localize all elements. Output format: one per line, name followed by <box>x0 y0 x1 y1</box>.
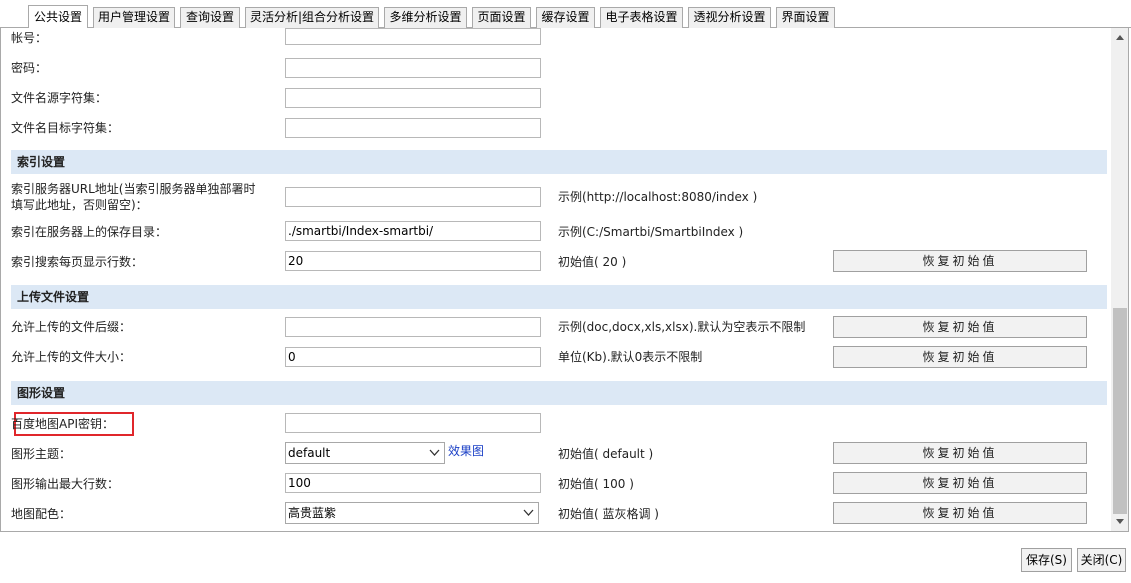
baidu-map-key-input[interactable] <box>285 413 541 433</box>
upload-size-hint: 单位(Kb).默认0表示不限制 <box>558 350 703 364</box>
map-color-hint: 初始值( 蓝灰格调 ) <box>558 507 659 521</box>
graph-theme-hint: 初始值( default ) <box>558 447 654 461</box>
save-button[interactable]: 保存(S) <box>1021 548 1072 572</box>
upload-ext-label: 允许上传的文件后缀： <box>11 320 132 334</box>
upload-size-label: 允许上传的文件大小： <box>11 350 132 364</box>
index-dir-input[interactable]: ./smartbi/Index-smartbi/ <box>285 221 541 241</box>
scroll-up-arrow-icon[interactable] <box>1115 33 1125 41</box>
map-color-reset-button[interactable]: 恢复初始值 <box>833 502 1087 524</box>
scroll-down-arrow-icon[interactable] <box>1115 518 1125 526</box>
password-label: 密码： <box>11 61 48 75</box>
graph-max-rows-hint: 初始值( 100 ) <box>558 477 634 491</box>
close-button[interactable]: 关闭(C) <box>1077 548 1126 572</box>
section-index-settings: 索引设置 <box>11 150 1107 174</box>
tab-public-settings[interactable]: 公共设置 <box>28 5 88 29</box>
tab-interface-settings[interactable]: 界面设置 <box>776 7 835 28</box>
filename-target-charset-label: 文件名目标字符集： <box>11 121 120 135</box>
tab-spreadsheet-settings[interactable]: 电子表格设置 <box>600 7 683 28</box>
graph-max-rows-label: 图形输出最大行数： <box>11 477 120 491</box>
dialog-footer: 保存(S) 关闭(C) <box>0 534 1131 583</box>
tab-cache-settings[interactable]: 缓存设置 <box>536 7 595 28</box>
account-label: 帐号： <box>11 31 48 45</box>
settings-panel: 帐号： 密码： 文件名源字符集： 文件名目标字符集： 索引设置 索引服务器URL… <box>0 28 1129 532</box>
index-url-input[interactable] <box>285 187 541 207</box>
index-rows-input[interactable]: 20 <box>285 251 541 271</box>
index-url-label-line2: 填写此地址，否则留空)： <box>11 198 148 212</box>
password-input[interactable] <box>285 58 541 78</box>
upload-size-reset-button[interactable]: 恢复初始值 <box>833 346 1087 368</box>
section-graph-settings: 图形设置 <box>11 381 1107 405</box>
graph-theme-label: 图形主题： <box>11 447 72 461</box>
tab-page-settings[interactable]: 页面设置 <box>472 7 531 28</box>
upload-ext-input[interactable] <box>285 317 541 337</box>
upload-size-input[interactable]: 0 <box>285 347 541 367</box>
tab-flexible-analysis[interactable]: 灵活分析|组合分析设置 <box>245 7 379 28</box>
filename-source-charset-label: 文件名源字符集： <box>11 91 108 105</box>
tab-pivot-analysis[interactable]: 透视分析设置 <box>688 7 771 28</box>
index-url-label-line1: 索引服务器URL地址(当索引服务器单独部署时 <box>11 182 256 196</box>
index-rows-label: 索引搜索每页显示行数： <box>11 255 144 269</box>
graph-theme-reset-button[interactable]: 恢复初始值 <box>833 442 1087 464</box>
graph-max-rows-reset-button[interactable]: 恢复初始值 <box>833 472 1087 494</box>
theme-preview-link[interactable]: 效果图 <box>448 444 484 459</box>
section-upload-settings: 上传文件设置 <box>11 285 1107 309</box>
graph-theme-value: default <box>288 446 331 460</box>
settings-tab-bar: 公共设置 用户管理设置 查询设置 灵活分析|组合分析设置 多维分析设置 页面设置… <box>0 0 1131 29</box>
tab-multidim-analysis[interactable]: 多维分析设置 <box>384 7 467 28</box>
index-rows-reset-button[interactable]: 恢复初始值 <box>833 250 1087 272</box>
index-dir-hint: 示例(C:/Smartbi/SmartbiIndex ) <box>558 225 744 239</box>
baidu-map-key-label: 百度地图API密钥： <box>11 417 114 431</box>
map-color-label: 地图配色： <box>11 507 72 521</box>
graph-theme-select[interactable]: default <box>285 442 445 464</box>
filename-target-charset-input[interactable] <box>285 118 541 138</box>
scrollbar-thumb[interactable] <box>1113 308 1127 514</box>
upload-ext-hint: 示例(doc,docx,xls,xlsx).默认为空表示不限制 <box>558 320 806 334</box>
filename-source-charset-input[interactable] <box>285 88 541 108</box>
tab-query-settings[interactable]: 查询设置 <box>180 7 240 28</box>
chevron-down-icon <box>523 509 534 516</box>
chevron-down-icon <box>429 449 440 456</box>
index-rows-hint: 初始值( 20 ) <box>558 255 627 269</box>
vertical-scrollbar[interactable] <box>1111 28 1128 531</box>
map-color-select[interactable]: 高贵蓝紫 <box>285 502 539 524</box>
index-dir-label: 索引在服务器上的保存目录： <box>11 225 168 239</box>
map-color-value: 高贵蓝紫 <box>288 506 337 520</box>
account-input[interactable] <box>285 28 541 45</box>
tab-user-management[interactable]: 用户管理设置 <box>93 7 175 28</box>
graph-max-rows-input[interactable]: 100 <box>285 473 541 493</box>
upload-ext-reset-button[interactable]: 恢复初始值 <box>833 316 1087 338</box>
index-url-hint: 示例(http://localhost:8080/index ) <box>558 190 758 204</box>
